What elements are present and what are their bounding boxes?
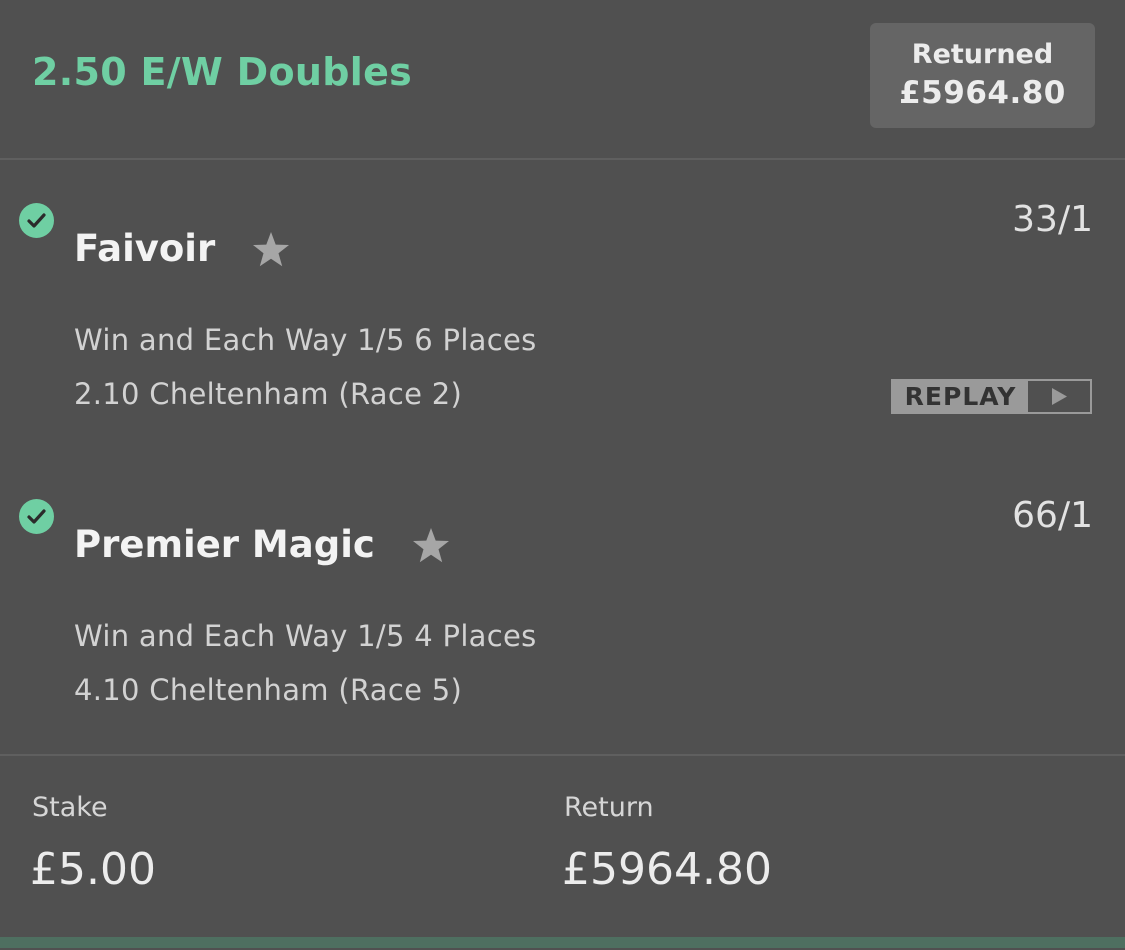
- returned-badge: Returned £5964.80: [870, 23, 1095, 128]
- selection-race: 4.10 Cheltenham (Race 5): [74, 673, 463, 707]
- return-label: Return: [564, 792, 654, 823]
- selection-name: Premier Magic: [74, 523, 375, 566]
- returned-value: £5964.80: [899, 75, 1066, 111]
- bet-title: 2.50 E/W Doubles: [32, 50, 413, 94]
- selection-odds: 66/1: [1012, 495, 1093, 536]
- play-icon: [1028, 381, 1090, 412]
- selection-item: Premier Magic 66/1 Win and Each Way 1/5 …: [0, 495, 1125, 759]
- replay-button[interactable]: REPLAY: [891, 379, 1092, 414]
- star-icon[interactable]: [411, 526, 451, 566]
- replay-label: REPLAY: [893, 381, 1028, 412]
- star-icon[interactable]: [251, 230, 291, 270]
- selection-odds: 33/1: [1012, 199, 1093, 240]
- selection-market: Win and Each Way 1/5 4 Places: [74, 619, 537, 653]
- bet-header: 2.50 E/W Doubles Returned £5964.80: [0, 0, 1125, 160]
- selection-market: Win and Each Way 1/5 6 Places: [74, 323, 537, 357]
- bet-summary: Stake £5.00 Return £5964.80: [0, 754, 1125, 950]
- check-icon: [19, 499, 54, 534]
- stake-label: Stake: [32, 792, 108, 823]
- return-value: £5964.80: [562, 844, 772, 895]
- bottom-accent-bar: [0, 937, 1125, 948]
- selection-race: 2.10 Cheltenham (Race 2): [74, 377, 463, 411]
- check-icon: [19, 203, 54, 238]
- returned-label: Returned: [911, 39, 1054, 70]
- selection-item: Faivoir 33/1 Win and Each Way 1/5 6 Plac…: [0, 199, 1125, 463]
- stake-value: £5.00: [30, 844, 156, 895]
- selection-name: Faivoir: [74, 227, 216, 270]
